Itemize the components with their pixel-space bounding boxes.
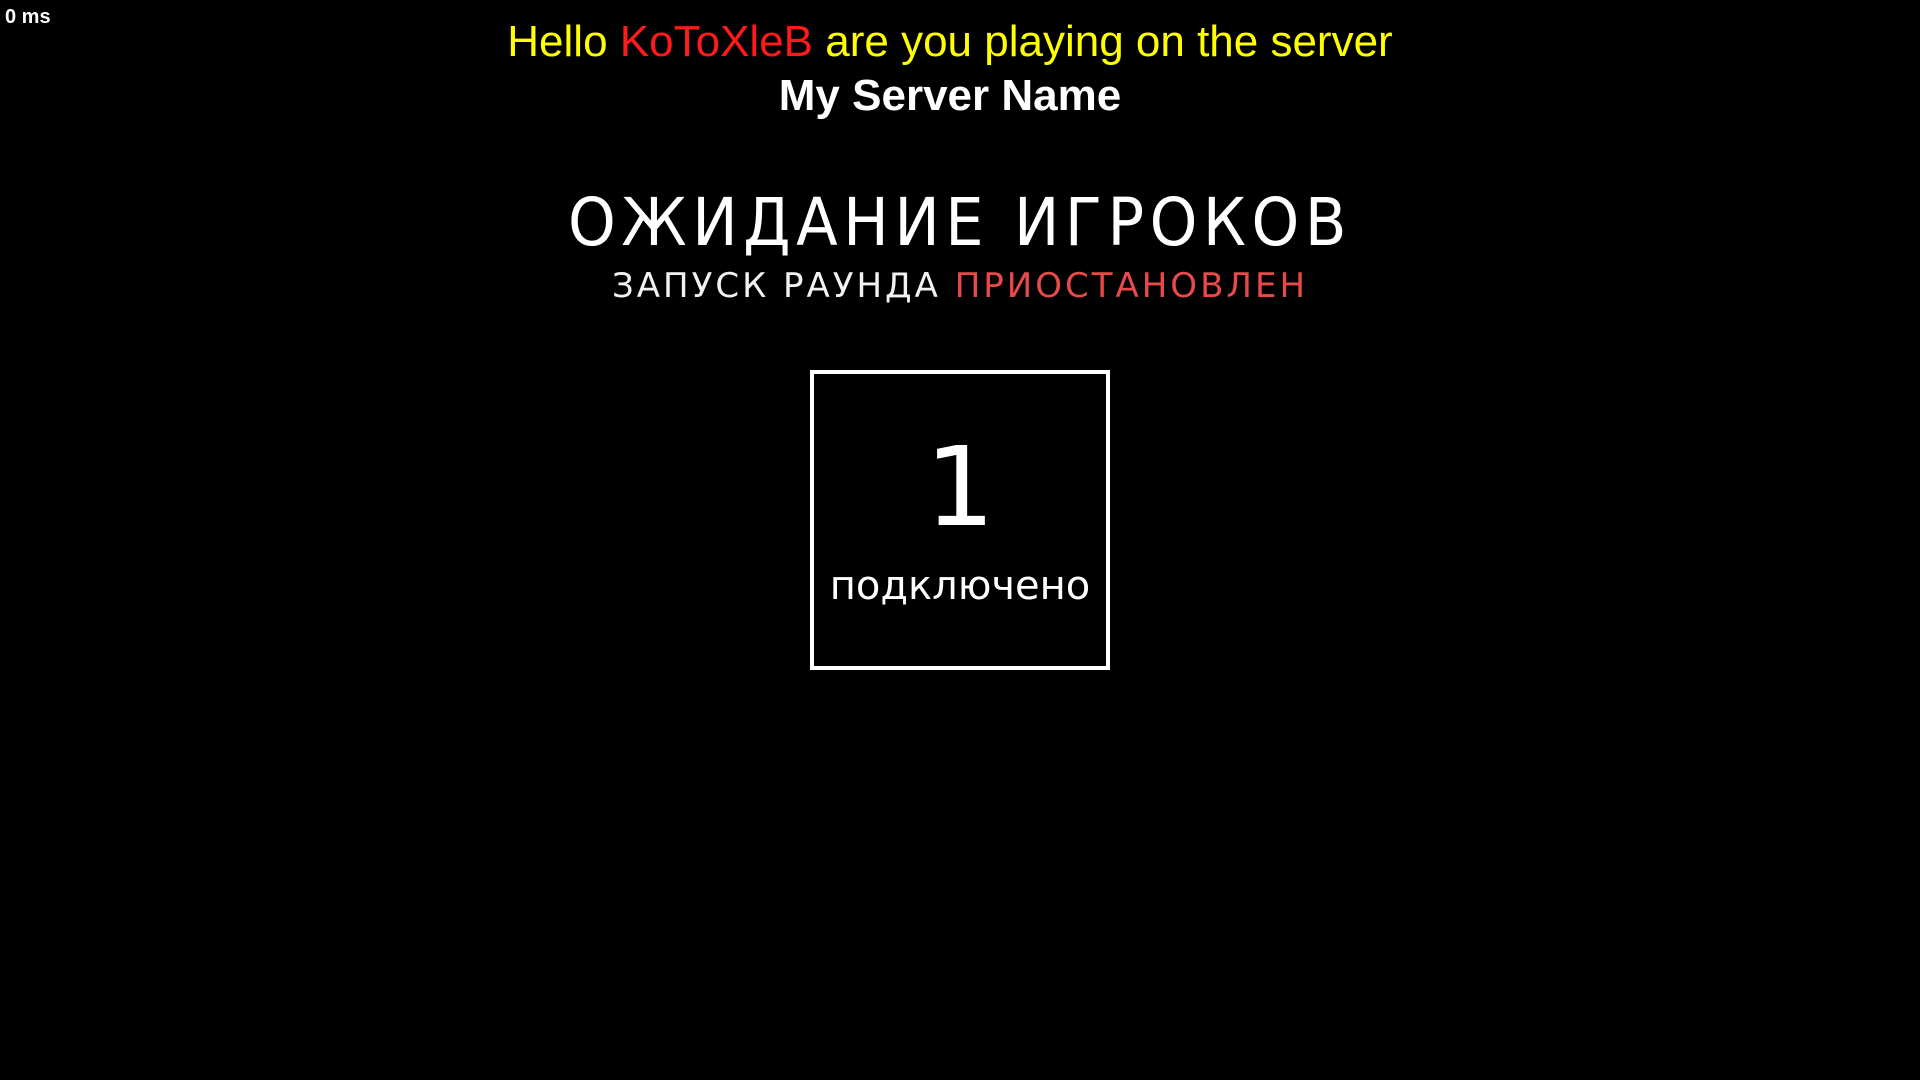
waiting-for-players-title: ОЖИДАНИЕ ИГРОКОВ: [567, 184, 1353, 261]
server-name: My Server Name: [778, 71, 1122, 120]
connected-count: 1: [925, 423, 995, 551]
round-status-value: ПРИОСТАНОВЛЕН: [954, 266, 1309, 306]
round-status-label: ЗАПУСК РАУНДА: [611, 266, 941, 306]
greeting-suffix: are you playing on the server: [825, 17, 1393, 66]
connected-players-counter: 1 подключено: [810, 370, 1110, 670]
round-status: ЗАПУСК РАУНДА ПРИОСТАНОВЛЕН: [0, 264, 1920, 308]
player-name: KoToXleB: [619, 17, 814, 66]
connected-label: подключено: [829, 563, 1091, 609]
greeting-message: Hello KoToXleB are you playing on the se…: [0, 16, 1900, 68]
greeting-prefix: Hello: [507, 17, 608, 66]
